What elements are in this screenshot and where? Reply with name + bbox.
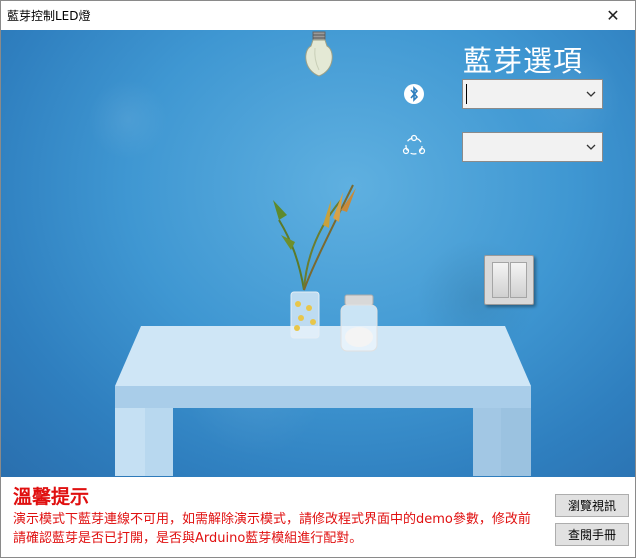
bluetooth-icon — [404, 84, 424, 104]
title-bar: 藍芽控制LED燈 ✕ — [1, 1, 635, 30]
tip-text: 演示模式下藍芽連線不可用，如需解除演示模式，請修改程式界面中的demo參數，修改… — [13, 512, 531, 546]
close-icon: ✕ — [606, 6, 620, 25]
baud-rate-select[interactable] — [462, 132, 603, 162]
app-window: 藍芽控制LED燈 ✕ 藍芽選項 溫馨提示 演示模式下藍芽連線不可用，如需解除演示… — [0, 0, 636, 558]
text-caret — [466, 84, 467, 104]
panel-title: 藍芽選項 — [463, 44, 584, 78]
wall-switch-icon[interactable] — [484, 255, 534, 305]
window-title: 藍芽控制LED燈 — [7, 9, 91, 23]
background-scene: 藍芽選項 — [1, 30, 635, 477]
switch-rocker-left — [492, 262, 509, 298]
switch-rocker-right — [510, 262, 527, 298]
network-share-icon — [402, 134, 426, 155]
browse-video-button[interactable]: 瀏覽視訊 — [555, 494, 629, 517]
table-illustration — [115, 326, 531, 476]
bluetooth-port-select[interactable] — [462, 79, 603, 109]
close-button[interactable]: ✕ — [591, 1, 635, 30]
tip-area: 溫馨提示 演示模式下藍芽連線不可用，如需解除演示模式，請修改程式界面中的demo… — [1, 477, 635, 557]
chevron-down-icon[interactable] — [582, 133, 600, 161]
glass-jar-illustration — [340, 294, 378, 352]
chevron-down-icon[interactable] — [582, 80, 600, 108]
tip-title: 溫馨提示 — [13, 486, 90, 508]
view-manual-button[interactable]: 查閱手冊 — [555, 523, 629, 546]
lightbulb-icon[interactable] — [301, 30, 337, 78]
